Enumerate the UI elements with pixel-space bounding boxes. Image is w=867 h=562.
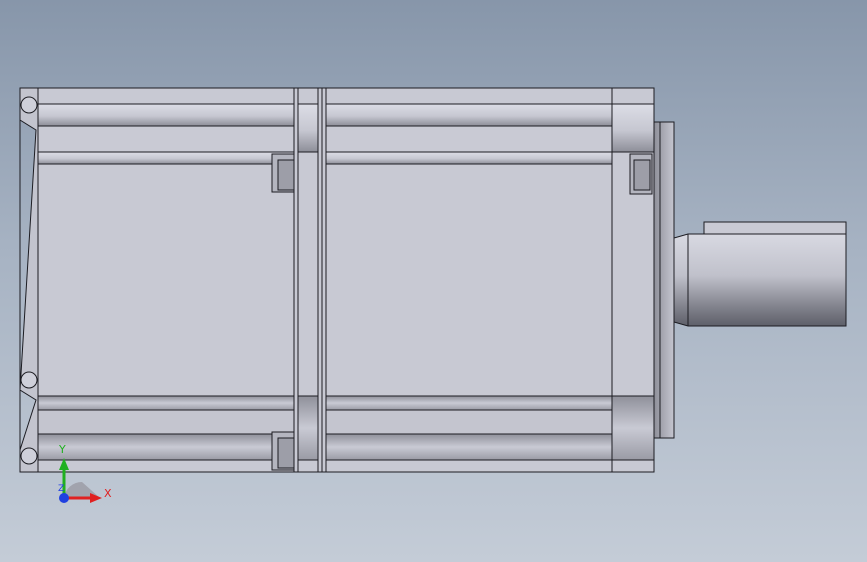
pilot-boss — [653, 121, 675, 439]
triad-x-label: X — [104, 487, 112, 500]
triad-y-label: Y — [59, 443, 66, 456]
rear-cap — [19, 87, 39, 473]
triad-z-label: Z — [58, 484, 65, 494]
motor-model[interactable] — [0, 0, 867, 562]
graphics-viewport[interactable]: Y Z X — [0, 0, 867, 562]
output-shaft — [673, 233, 847, 327]
